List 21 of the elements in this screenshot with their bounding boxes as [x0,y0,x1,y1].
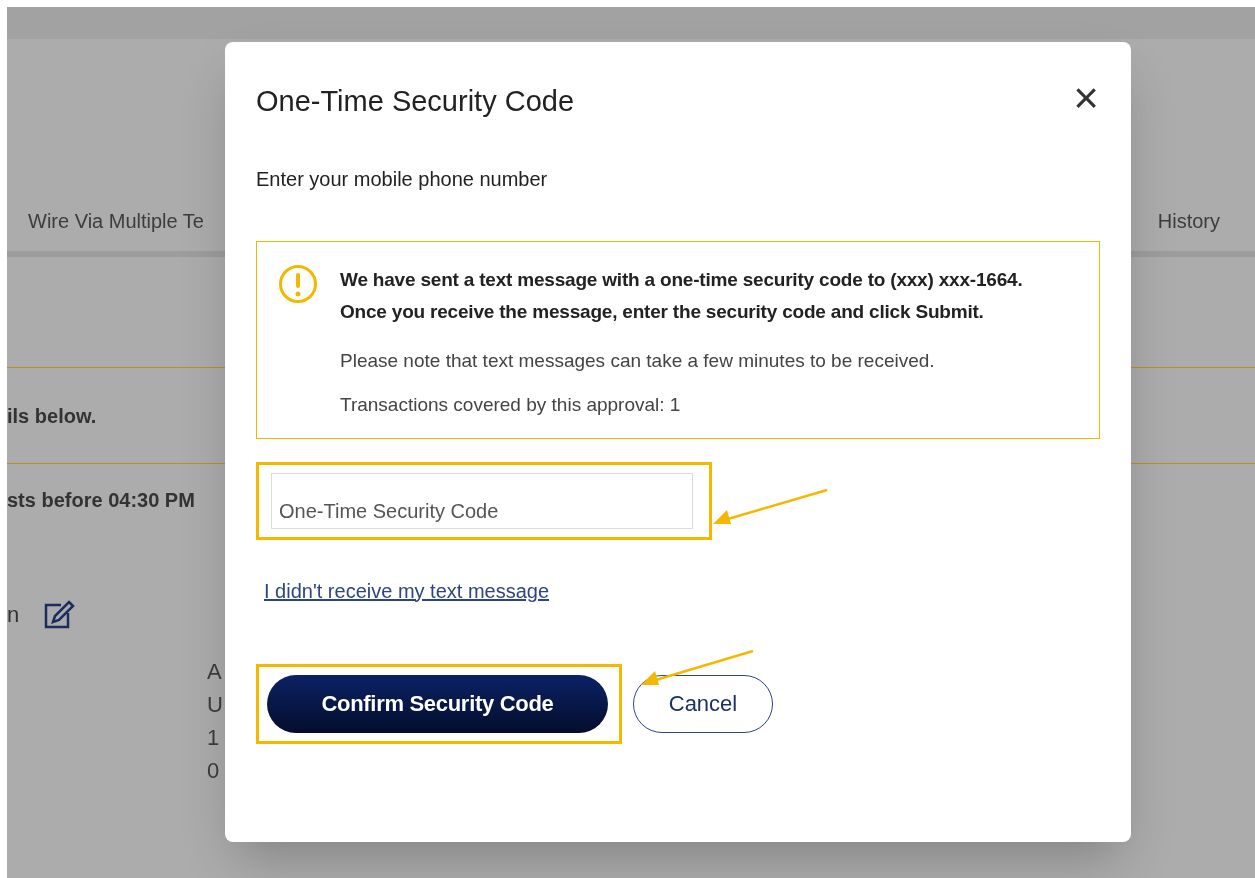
warning-icon [278,263,318,304]
address-text: A [207,658,222,686]
cancel-button[interactable]: Cancel [633,674,773,733]
tab[interactable]: History [1157,206,1220,236]
edit-icon[interactable] [43,599,76,630]
code-input-field[interactable]: One-Time Security Code [271,472,693,529]
tab[interactable]: Wire Via Multiple Te [28,206,204,236]
address-text: 0 [207,757,220,785]
alert-message: We have sent a text message with a one-time security code to (xxx) xxx-1664. Once you receive the message, enter the security code and click Submit. [340,267,1024,324]
section-label: n [7,601,20,629]
address-text: U [207,691,223,719]
alert-note: Please note that text messages can take a few minutes to be received. [340,349,936,372]
dialog-title: One-Time Security Code [256,84,575,119]
address-text: 1 [207,724,220,752]
notice-text: ils below. [7,403,97,429]
alert-note: Transactions covered by this approval: 1 [340,393,682,416]
close-button[interactable]: × [1073,80,1099,116]
resend-link[interactable]: I didn't receive my text message [264,575,550,606]
confirm-button[interactable]: Confirm Security Code [267,674,608,733]
dialog-subtitle: Enter your mobile phone number [256,166,549,192]
cutoff-text: sts before 04:30 PM [7,488,195,513]
